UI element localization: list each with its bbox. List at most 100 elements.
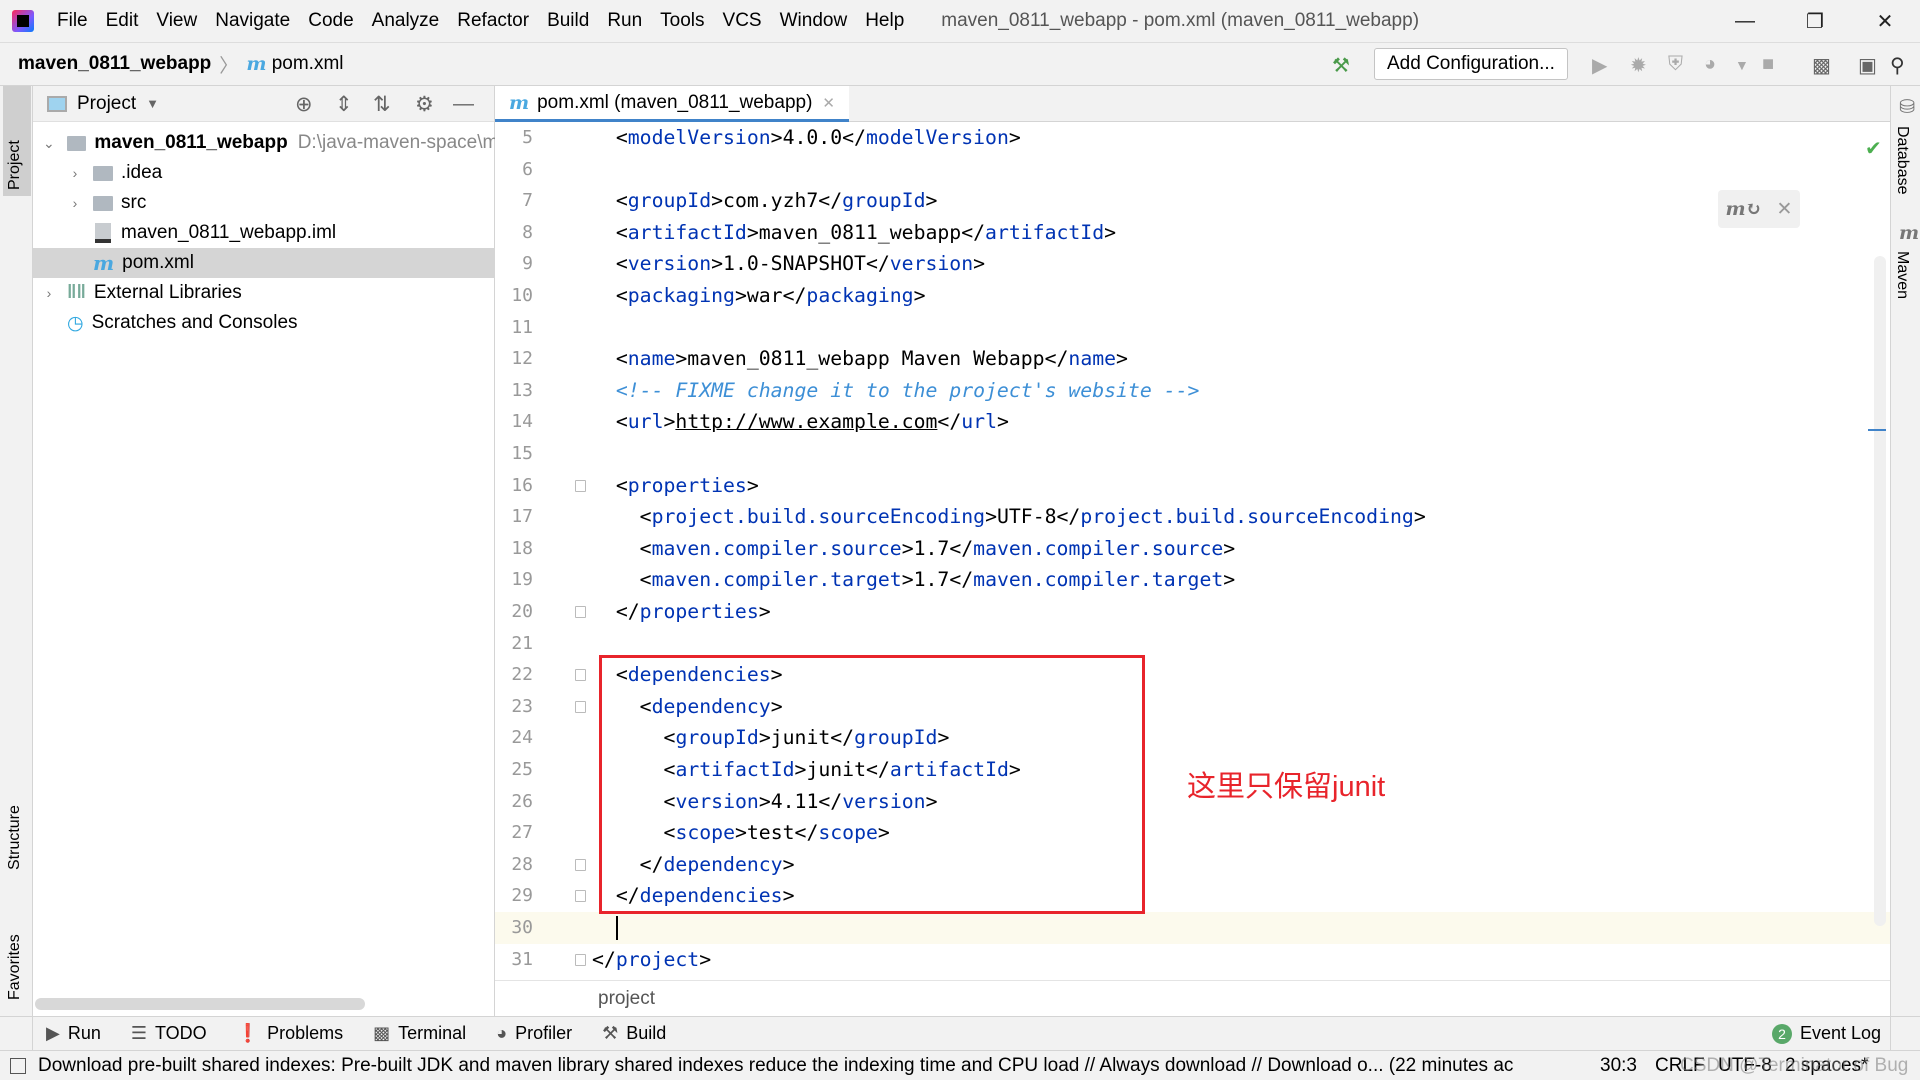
breadcrumb-project[interactable]: maven_0811_webapp bbox=[18, 53, 211, 75]
menu-edit[interactable]: Edit bbox=[97, 10, 148, 32]
structure-tool-tab[interactable]: Structure bbox=[3, 766, 31, 876]
search-icon[interactable]: ⚲ bbox=[1890, 53, 1905, 78]
maven-reload-icon[interactable]: m↻ bbox=[1726, 198, 1762, 220]
code-line[interactable]: 11 bbox=[495, 312, 1890, 344]
fold-marker-icon[interactable] bbox=[575, 953, 586, 966]
menu-help[interactable]: Help bbox=[856, 10, 913, 32]
xml-text: > bbox=[925, 189, 938, 213]
tree-item-external-libraries[interactable]: › ‖‖ External Libraries bbox=[33, 278, 495, 308]
restore-button[interactable]: ❐ bbox=[1780, 0, 1850, 42]
fold-marker-icon[interactable] bbox=[575, 479, 586, 492]
xml-tag-name: groupId bbox=[627, 189, 712, 213]
menu-run[interactable]: Run bbox=[598, 10, 651, 32]
profile-icon[interactable]: ◕ bbox=[1704, 53, 1716, 76]
locate-icon[interactable]: ⊕ bbox=[295, 92, 313, 117]
todo-tool-button[interactable]: ☰ TODO bbox=[131, 1023, 207, 1044]
code-line[interactable]: 6 bbox=[495, 154, 1890, 186]
event-log-button[interactable]: 2 Event Log bbox=[1772, 1023, 1881, 1044]
build-tool-button[interactable]: ⚒ Build bbox=[602, 1023, 666, 1044]
code-line[interactable]: 10 <packaging>war</packaging> bbox=[495, 280, 1890, 312]
tree-item-src[interactable]: › src bbox=[33, 188, 495, 218]
code-line[interactable]: 16 <properties> bbox=[495, 470, 1890, 502]
tree-item-iml[interactable]: maven_0811_webapp.iml bbox=[33, 218, 495, 248]
run-tool-button[interactable]: ▶ Run bbox=[46, 1023, 101, 1044]
xml-tag-name: project bbox=[615, 947, 700, 971]
minimize-button[interactable]: — bbox=[1710, 0, 1780, 42]
horizontal-scrollbar[interactable] bbox=[35, 998, 365, 1010]
cursor-position[interactable]: 30:3 bbox=[1600, 1055, 1637, 1077]
code-line[interactable]: 5 <modelVersion>4.0.0</modelVersion> bbox=[495, 122, 1890, 154]
code-line[interactable]: 15 bbox=[495, 438, 1890, 470]
debug-icon[interactable]: ✹ bbox=[1630, 53, 1647, 78]
close-popup-icon[interactable]: ✕ bbox=[1777, 198, 1793, 221]
status-message[interactable]: Download pre-built shared indexes: Pre-b… bbox=[38, 1055, 1558, 1077]
code-line[interactable]: 19 <maven.compiler.target>1.7</maven.comp… bbox=[495, 564, 1890, 596]
menu-refactor[interactable]: Refactor bbox=[448, 10, 538, 32]
database-tool-tab[interactable]: Database bbox=[1893, 126, 1911, 195]
no-problems-check-icon[interactable]: ✔ bbox=[1865, 136, 1882, 161]
close-tab-icon[interactable]: ✕ bbox=[822, 94, 835, 112]
fold-marker-icon[interactable] bbox=[575, 606, 586, 618]
stop-icon[interactable]: ■ bbox=[1762, 53, 1774, 76]
chevron-right-icon[interactable]: › bbox=[67, 195, 83, 211]
fold-marker-icon[interactable] bbox=[575, 700, 586, 713]
project-view-selector[interactable]: Project bbox=[77, 93, 136, 115]
menu-file[interactable]: File bbox=[48, 10, 97, 32]
chevron-down-icon[interactable]: ▼ bbox=[146, 96, 159, 111]
tree-item-scratches[interactable]: ◷ Scratches and Consoles bbox=[33, 308, 495, 338]
menu-window[interactable]: Window bbox=[771, 10, 857, 32]
collapse-all-icon[interactable]: ⇅ bbox=[373, 92, 391, 117]
gear-icon[interactable]: ⚙ bbox=[415, 92, 434, 117]
fold-marker-icon[interactable] bbox=[575, 669, 586, 682]
project-structure-icon[interactable]: ▩ bbox=[1812, 53, 1831, 78]
tree-item-label: .idea bbox=[121, 162, 163, 183]
close-window-button[interactable]: ✕ bbox=[1850, 0, 1920, 42]
code-line[interactable]: 17 <project.build.sourceEncoding>UTF-8</p… bbox=[495, 501, 1890, 533]
code-line[interactable]: 30 bbox=[495, 912, 1890, 944]
code-line[interactable]: 13 <!-- FIXME change it to the project's … bbox=[495, 375, 1890, 407]
add-configuration-button[interactable]: Add Configuration... bbox=[1374, 48, 1568, 80]
code-line[interactable]: 18 <maven.compiler.source>1.7</maven.comp… bbox=[495, 533, 1890, 565]
menu-tools[interactable]: Tools bbox=[651, 10, 713, 32]
hide-panel-icon[interactable]: — bbox=[453, 92, 474, 116]
run-icon[interactable]: ▶ bbox=[1592, 53, 1607, 78]
tree-item-project-root[interactable]: ⌄ maven_0811_webapp D:\java-maven-space\… bbox=[33, 128, 495, 158]
expand-all-icon[interactable]: ⇕ bbox=[335, 92, 353, 117]
code-line[interactable]: 14 <url>http://www.example.com</url> bbox=[495, 406, 1890, 438]
favorites-tool-tab[interactable]: Favorites bbox=[3, 896, 31, 1006]
tree-item-pom[interactable]: m pom.xml bbox=[33, 248, 495, 278]
code-line[interactable]: 12 <name>maven_0811_webapp Maven Webapp</… bbox=[495, 343, 1890, 375]
coverage-icon[interactable]: ⛨ bbox=[1668, 53, 1683, 76]
url-link[interactable]: http://www.example.com bbox=[675, 410, 937, 433]
editor-vertical-scrollbar[interactable] bbox=[1874, 256, 1886, 926]
code-line[interactable]: 20 </properties> bbox=[495, 596, 1890, 628]
fold-marker-icon[interactable] bbox=[575, 890, 586, 903]
project-tool-tab[interactable]: Project bbox=[3, 86, 31, 196]
tree-item-idea[interactable]: › .idea bbox=[33, 158, 495, 188]
menu-analyze[interactable]: Analyze bbox=[363, 10, 449, 32]
chevron-down-icon[interactable]: ⌄ bbox=[41, 135, 57, 152]
chevron-right-icon[interactable]: › bbox=[41, 285, 57, 301]
dropdown-icon[interactable]: ▼ bbox=[1735, 57, 1749, 73]
profiler-tool-button[interactable]: ◕ Profiler bbox=[496, 1023, 572, 1044]
fold-marker-icon[interactable] bbox=[575, 858, 586, 871]
maven-tool-tab[interactable]: Maven bbox=[1893, 251, 1911, 299]
menu-navigate[interactable]: Navigate bbox=[206, 10, 299, 32]
code-line[interactable]: 9 <version>1.0-SNAPSHOT</version> bbox=[495, 248, 1890, 280]
menu-vcs[interactable]: VCS bbox=[714, 10, 771, 32]
editor-tab-pom[interactable]: m pom.xml (maven_0811_webapp) ✕ bbox=[495, 86, 849, 122]
menu-code[interactable]: Code bbox=[299, 10, 362, 32]
terminal-window-icon[interactable]: ▣ bbox=[1858, 53, 1877, 78]
chevron-right-icon[interactable]: › bbox=[67, 165, 83, 181]
breadcrumb-file[interactable]: pom.xml bbox=[272, 53, 344, 75]
xml-text: < bbox=[615, 220, 628, 244]
build-hammer-icon[interactable]: ⚒ bbox=[1332, 53, 1350, 78]
menu-view[interactable]: View bbox=[147, 10, 206, 32]
terminal-tool-button[interactable]: ▩ Terminal bbox=[373, 1023, 466, 1044]
menu-build[interactable]: Build bbox=[538, 10, 598, 32]
code-line[interactable]: 8 <artifactId>maven_0811_webapp</artifact… bbox=[495, 217, 1890, 249]
code-line[interactable]: 7 <groupId>com.yzh7</groupId> bbox=[495, 185, 1890, 217]
code-line[interactable]: 31 </project> bbox=[495, 944, 1890, 976]
breadcrumb-tag-project[interactable]: project bbox=[598, 988, 655, 1010]
problems-tool-button[interactable]: ❗ Problems bbox=[237, 1023, 343, 1044]
